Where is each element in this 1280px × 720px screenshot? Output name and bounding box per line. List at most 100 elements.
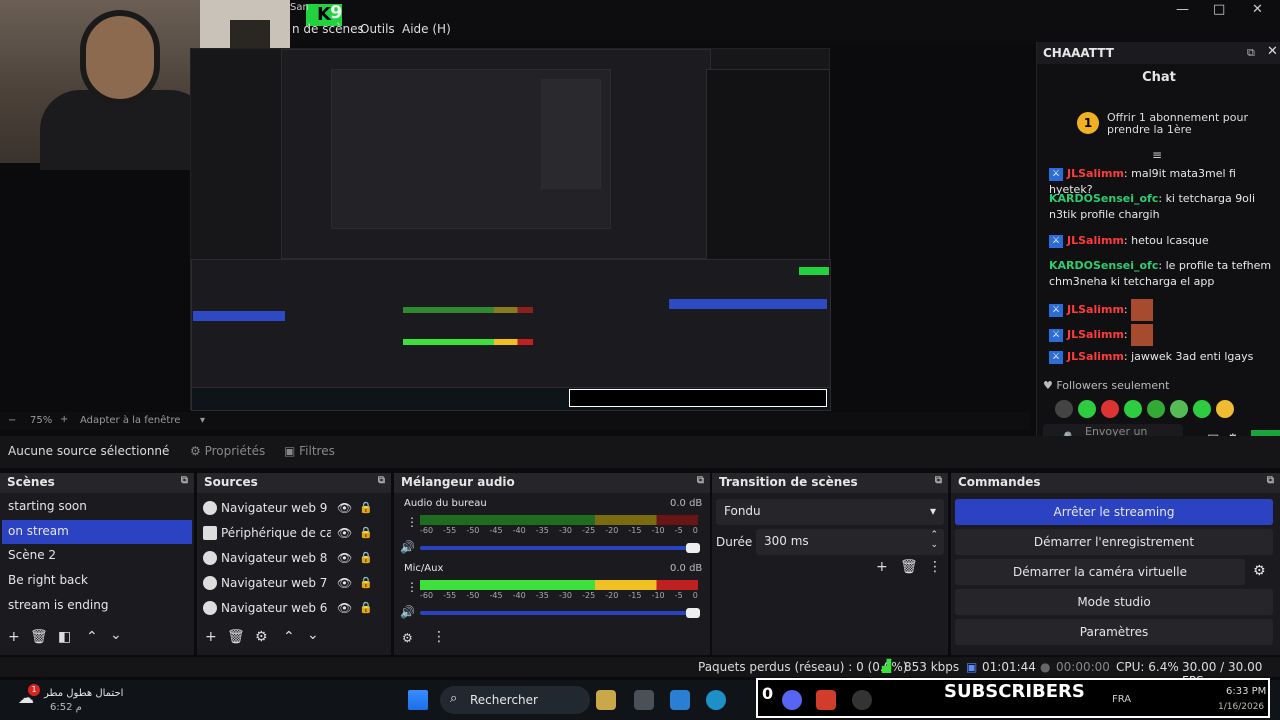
nested-scene-selected [193,311,285,321]
windows-start-icon[interactable] [408,690,428,710]
controls-dock: Commandes ⧉ Arrêter le streaming Démarrer… [951,473,1280,655]
properties-button[interactable]: ⚙ Propriétés [190,444,265,458]
stepper-icon[interactable]: ⌃ ⌄ [930,530,938,550]
emote-bar[interactable] [1055,400,1239,422]
popout-icon[interactable]: ⧉ [935,475,942,486]
popout-icon[interactable]: ⧉ [181,475,188,486]
menu-tools[interactable]: Outils [360,22,395,40]
zoom-out-icon[interactable]: − [8,415,16,426]
status-bar: Paquets perdus (réseau) : 0 (0.0%) ▟ 853… [0,657,1280,688]
add-icon[interactable]: + [205,629,217,645]
filter-icon[interactable]: ◧ [58,629,71,645]
stop-streaming-button[interactable]: Arrêter le streaming [955,499,1273,525]
camera-icon [203,526,217,540]
kebab-icon[interactable]: ⋮ [406,580,418,594]
minimize-icon[interactable]: — [1176,2,1189,17]
popout-icon[interactable]: ⧉ [697,475,704,486]
studio-mode-button[interactable]: Mode studio [955,589,1273,615]
trash-icon[interactable]: 🗑 [900,559,918,575]
up-icon[interactable]: ⌃ [86,629,98,645]
source-item[interactable]: Navigateur web 6 👁 🔒 [201,598,387,622]
filters-button[interactable]: ▣ Filtres [284,444,335,458]
eye-icon[interactable]: 👁 [337,601,352,615]
preview-canvas[interactable] [190,48,831,411]
clock-date[interactable]: 1/16/2026 [1218,702,1264,712]
brave-icon[interactable] [816,690,836,710]
trash-icon[interactable]: 🗑 [227,629,245,645]
zoom-dropdown-icon[interactable]: ▾ [200,415,205,426]
scene-item[interactable]: Scène 2 [2,544,192,568]
chat-popout-icon[interactable]: ⧉ [1247,46,1255,60]
scene-item[interactable]: starting soon [2,495,192,519]
edge-icon[interactable] [706,690,726,710]
app-icon[interactable] [670,690,690,710]
lock-icon[interactable]: 🔒 [359,601,373,614]
down-icon[interactable]: ⌄ [110,627,122,643]
volume-slider[interactable] [420,546,698,550]
speaker-icon[interactable]: 🔊 [400,540,415,554]
globe-icon [203,501,217,515]
eye-icon[interactable]: 👁 [337,576,352,590]
source-item[interactable]: Périphérique de capture👁🔒 [201,523,387,547]
record-icon: ● [1040,660,1051,674]
task-view-icon[interactable] [634,690,654,710]
duration-input[interactable]: 300 ms ⌃ ⌄ [756,529,944,555]
eye-icon[interactable]: 👁 [337,501,352,515]
up-icon[interactable]: ⌃ [283,629,295,645]
widget-icon[interactable] [596,690,616,710]
scene-item-selected[interactable]: on stream [2,520,192,544]
maximize-icon[interactable]: □ [1213,2,1225,17]
menu-scenes[interactable]: n de scènes [292,22,364,40]
scene-item[interactable]: stream is ending [2,594,192,618]
volume-knob[interactable] [686,543,700,553]
speaker-icon[interactable]: 🔊 [400,605,415,619]
lock-icon[interactable]: 🔒 [359,526,373,539]
chat-close-icon[interactable]: ✕ [1267,44,1278,59]
lock-icon[interactable]: 🔒 [359,551,373,564]
chat-dock-title: CHAAATTT [1043,46,1114,60]
down-icon[interactable]: ⌄ [307,627,319,643]
gear-icon[interactable]: ⚙ [255,629,268,645]
menu-help[interactable]: Aide (H) [402,22,451,40]
source-item[interactable]: Navigateur web 7 👁 🔒 [201,573,387,597]
lock-icon[interactable]: 🔒 [359,501,373,514]
mod-icon: ⚔ [1049,350,1063,364]
gift-sub-offer[interactable]: Offrir 1 abonnement pour prendre la 1ère [1107,112,1257,136]
chat-message: ⚔ JLSalimm: hetou lcasque [1049,233,1279,249]
search-box[interactable]: ⌕ Rechercher [440,686,590,714]
source-item[interactable]: Navigateur web 8 👁 🔒 [201,548,387,572]
discord-icon[interactable] [782,690,802,710]
volume-knob[interactable] [686,608,700,618]
eye-icon[interactable]: 👁 [337,551,352,565]
chat-collapse-icon[interactable]: ≡ [1152,148,1162,162]
popout-icon[interactable]: ⧉ [378,475,385,486]
transition-select[interactable]: Fondu ▾ [716,499,944,525]
mixer-header: Mélangeur audio ⧉ [394,473,710,493]
cpu-usage: CPU: 6.4% [1116,660,1179,674]
add-icon[interactable]: + [8,629,20,645]
volume-slider[interactable] [420,611,698,615]
nested-chat-send [799,267,829,275]
eye-icon[interactable]: 👁 [337,526,352,540]
source-item[interactable]: Navigateur web 9 👁 🔒 [201,498,387,522]
start-recording-button[interactable]: Démarrer l'enregistrement [955,529,1273,555]
obs-icon[interactable] [852,690,872,710]
settings-button[interactable]: Paramètres [955,619,1273,645]
lock-icon[interactable]: 🔒 [359,576,373,589]
kebab-icon[interactable]: ⋮ [928,559,942,575]
trash-icon[interactable]: 🗑 [30,629,48,645]
gear-icon[interactable]: ⚙ [402,631,413,645]
chat-dock: CHAAATTT ⧉ ✕ Chat 1 Offrir 1 abonnement … [1036,42,1280,467]
zoom-fit[interactable]: Adapter à la fenêtre [80,415,180,426]
kebab-icon[interactable]: ⋮ [432,629,446,645]
gear-icon[interactable]: ⚙ [1253,563,1266,579]
scene-item[interactable]: Be right back [2,569,192,593]
popout-icon[interactable]: ⧉ [1267,475,1274,486]
language-indicator[interactable]: FRA [1112,694,1131,705]
clock-time[interactable]: 6:33 PM [1226,686,1266,697]
close-icon[interactable]: ✕ [1252,2,1263,17]
kebab-icon[interactable]: ⋮ [406,515,418,529]
add-icon[interactable]: + [876,559,888,575]
zoom-in-icon[interactable]: + [60,414,68,425]
start-virtual-camera-button[interactable]: Démarrer la caméra virtuelle [955,559,1245,585]
